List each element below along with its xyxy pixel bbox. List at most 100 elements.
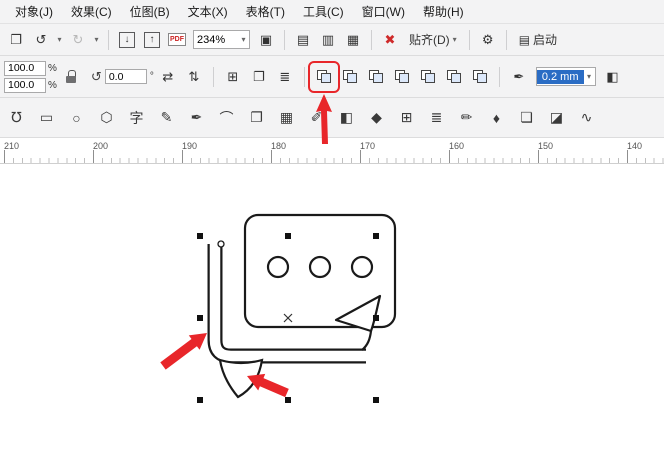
zoom-input[interactable] bbox=[194, 33, 238, 46]
object-stack-tool[interactable]: ❐ bbox=[244, 105, 269, 131]
graph-paper-tool[interactable]: ⊞ bbox=[394, 105, 419, 131]
undo-button[interactable]: ↺ bbox=[29, 28, 53, 52]
delete-icon: ✖ bbox=[384, 31, 396, 47]
scale-y-input[interactable] bbox=[4, 77, 46, 93]
transparency-tool[interactable]: ▦ bbox=[274, 105, 299, 131]
connector-tool[interactable]: ∿ bbox=[574, 105, 599, 131]
property-bar: % % ↺ ° ⇄ ⇅ ⊞ ❐ ≣ bbox=[0, 56, 664, 144]
separator bbox=[212, 66, 214, 87]
shape-tool[interactable]: ℧ bbox=[4, 105, 29, 131]
menu-item-bitmaps[interactable]: 位图(B) bbox=[121, 0, 179, 23]
eyedropper-tool[interactable]: ✐ bbox=[304, 105, 329, 131]
outline-width-dropdown-button[interactable]: ▾ bbox=[584, 65, 595, 89]
show-guidelines-button[interactable]: ▥ bbox=[316, 28, 340, 52]
chevron-down-icon: ▾ bbox=[57, 35, 62, 44]
app-window: 对象(J) 效果(C) 位图(B) 文本(X) 表格(T) 工具(C) 窗口(W… bbox=[0, 0, 664, 462]
selection-handle[interactable] bbox=[197, 233, 203, 239]
mirror-horizontal-icon: ⇄ bbox=[162, 68, 174, 84]
wrap-text-button[interactable]: ◧ bbox=[601, 65, 625, 89]
clipboard-icon: ❐ bbox=[10, 31, 22, 47]
menu-item-tools[interactable]: 工具(C) bbox=[294, 0, 353, 23]
ellipse-tool[interactable]: ○ bbox=[64, 105, 89, 131]
mesh-fill-tool[interactable]: ≣ bbox=[424, 105, 449, 131]
paste-button[interactable]: ❐ bbox=[4, 28, 28, 52]
rotation-input[interactable] bbox=[104, 69, 147, 84]
brush-tool[interactable]: ✏ bbox=[454, 105, 479, 131]
selection-handle[interactable] bbox=[197, 315, 203, 321]
bubble-circle-1[interactable] bbox=[266, 255, 290, 279]
chevron-down-icon: ▾ bbox=[241, 35, 246, 44]
polygon-tool[interactable]: ⬡ bbox=[94, 105, 119, 131]
arrange-button[interactable]: ⊞ bbox=[221, 65, 245, 89]
show-grid-button[interactable]: ▦ bbox=[341, 28, 365, 52]
undo-dropdown-button[interactable]: ▾ bbox=[54, 28, 65, 52]
order-button[interactable]: ❐ bbox=[247, 65, 271, 89]
smart-fill-tool[interactable]: ◧ bbox=[334, 105, 359, 131]
outline-width-value[interactable]: 0.2 mm bbox=[536, 69, 584, 84]
menu-item-table[interactable]: 表格(T) bbox=[237, 0, 294, 23]
horizontal-ruler[interactable]: 210 200 190 180 170 160 150 140 bbox=[0, 138, 664, 164]
text-tool[interactable]: 字 bbox=[124, 105, 149, 131]
rotation-group: ↺ ° bbox=[91, 69, 154, 85]
snap-to-dropdown[interactable]: 贴齐(D) ▾ bbox=[403, 28, 463, 51]
mirror-vertical-button[interactable]: ⇅ bbox=[182, 65, 206, 89]
outline-pen-tool[interactable]: ♦ bbox=[484, 105, 509, 131]
chevron-down-icon: ▾ bbox=[586, 72, 591, 81]
fill-tool[interactable]: ◆ bbox=[364, 105, 389, 131]
trim-button[interactable] bbox=[338, 65, 362, 89]
bspline-tool[interactable]: ⌒ bbox=[214, 105, 239, 131]
create-boundary-button[interactable] bbox=[468, 65, 492, 89]
publish-pdf-button[interactable]: PDF bbox=[165, 28, 189, 52]
delete-button[interactable]: ✖ bbox=[378, 28, 402, 52]
redo-dropdown-button[interactable]: ▾ bbox=[91, 28, 102, 52]
show-rulers-button[interactable]: ▤ bbox=[291, 28, 315, 52]
fullscreen-preview-button[interactable]: ▣ bbox=[254, 28, 278, 52]
eraser-tool[interactable]: ◪ bbox=[544, 105, 569, 131]
weld-button[interactable] bbox=[307, 60, 340, 93]
front-minus-back-button[interactable] bbox=[416, 65, 440, 89]
freehand-tool[interactable]: ✎ bbox=[154, 105, 179, 131]
menu-item-text[interactable]: 文本(X) bbox=[179, 0, 237, 23]
simplify-icon bbox=[394, 70, 409, 83]
shadow-tool[interactable]: ❏ bbox=[514, 105, 539, 131]
selection-handle[interactable] bbox=[373, 315, 379, 321]
zoom-dropdown-button[interactable]: ▾ bbox=[238, 28, 249, 52]
selection-handle[interactable] bbox=[373, 233, 379, 239]
menu-item-object[interactable]: 对象(J) bbox=[6, 0, 62, 23]
launch-button[interactable]: ▤ 启动 bbox=[513, 28, 563, 51]
outline-pen-button[interactable]: ✒ bbox=[507, 65, 531, 89]
mirror-horizontal-button[interactable]: ⇄ bbox=[156, 65, 180, 89]
redo-button[interactable]: ↻ bbox=[66, 28, 90, 52]
import-button[interactable]: ↓ bbox=[115, 28, 139, 52]
intersect-button[interactable] bbox=[364, 65, 388, 89]
degree-label: ° bbox=[149, 71, 154, 82]
mirror-vertical-icon: ⇅ bbox=[188, 68, 200, 84]
lock-ratio-button[interactable] bbox=[59, 61, 83, 93]
options-button[interactable]: ⚙ bbox=[476, 28, 500, 52]
back-minus-front-button[interactable] bbox=[442, 65, 466, 89]
separator bbox=[498, 66, 500, 87]
fullscreen-icon: ▣ bbox=[259, 31, 273, 47]
bubble-circle-2[interactable] bbox=[308, 255, 332, 279]
selection-handle[interactable] bbox=[285, 233, 291, 239]
pen-tool[interactable]: ✒ bbox=[184, 105, 209, 131]
selection-handle[interactable] bbox=[285, 397, 291, 403]
align-button[interactable]: ≣ bbox=[273, 65, 297, 89]
drawing-canvas[interactable] bbox=[0, 164, 664, 462]
weld-highlight-wrapper bbox=[307, 60, 340, 144]
curve-node[interactable] bbox=[217, 240, 225, 248]
scale-x-input[interactable] bbox=[4, 60, 46, 76]
menu-item-window[interactable]: 窗口(W) bbox=[353, 0, 414, 23]
ruler-label: 210 bbox=[4, 141, 20, 151]
menu-item-effects[interactable]: 效果(C) bbox=[62, 0, 121, 23]
wrap-icon: ◧ bbox=[606, 68, 619, 84]
selection-handle[interactable] bbox=[373, 397, 379, 403]
rectangle-tool[interactable]: ▭ bbox=[34, 105, 59, 131]
bubble-circle-3[interactable] bbox=[350, 255, 374, 279]
simplify-button[interactable] bbox=[390, 65, 414, 89]
menu-item-help[interactable]: 帮助(H) bbox=[414, 0, 473, 23]
export-button[interactable]: ↑ bbox=[140, 28, 164, 52]
guidelines-icon: ▥ bbox=[321, 31, 335, 47]
ruler-label: 140 bbox=[627, 141, 643, 151]
selection-handle[interactable] bbox=[197, 397, 203, 403]
